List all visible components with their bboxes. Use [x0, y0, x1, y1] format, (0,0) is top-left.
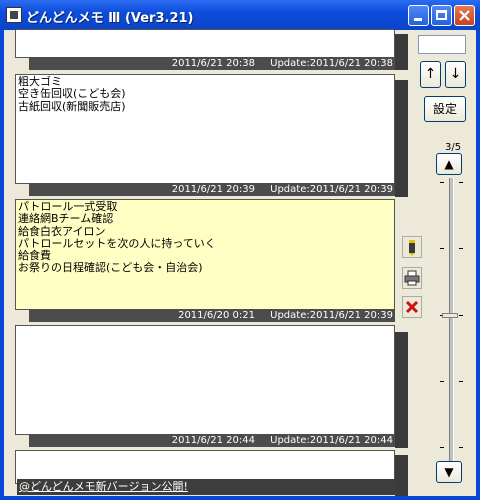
slider-tick [459, 248, 463, 249]
scroll-down-button[interactable]: ▼ [436, 461, 462, 483]
page-indicator: 3/5 [445, 142, 462, 153]
memo-footer: 2011/6/20 0:21 Update:2011/6/21 20:39 [29, 309, 395, 322]
print-memo-button[interactable] [402, 267, 422, 289]
delete-memo-button[interactable] [402, 296, 422, 318]
memo-text[interactable]: パトロール一式受取 連絡網Bチーム確認 給食白衣アイロン パトロールセットを次の… [18, 200, 216, 275]
edit-memo-button[interactable] [402, 236, 422, 258]
pen-icon [409, 240, 415, 256]
memo-footer: 2011/6/21 20:39 Update:2011/6/21 20:39 [29, 183, 395, 196]
app-window: どんどんメモ Ⅲ (Ver3.21) 2011/6/21 20:38 Updat… [0, 0, 480, 500]
move-down-button[interactable]: ↓ [445, 61, 466, 88]
slider-tick [440, 381, 444, 382]
minimize-button[interactable] [408, 5, 429, 26]
slider-tick [459, 447, 463, 448]
maximize-button[interactable] [431, 5, 452, 26]
slider-thumb[interactable] [442, 313, 458, 318]
down-arrow-icon: ↓ [449, 66, 462, 82]
slider-track[interactable] [449, 178, 454, 478]
memo-created-date: 2011/6/21 20:39 [171, 184, 255, 195]
memo-updated-date: Update:2011/6/21 20:39 [270, 310, 393, 321]
search-input[interactable] [418, 35, 466, 54]
scroll-up-icon: ▲ [444, 157, 454, 171]
memo-shadow [395, 332, 408, 448]
slider-tick [459, 381, 463, 382]
move-up-button[interactable]: ↑ [420, 61, 441, 88]
memo-updated-date: Update:2011/6/21 20:44 [270, 435, 393, 446]
memo-text[interactable]: 粗大ゴミ 空き缶回収(こども会) 古紙回収(新聞販売店) [18, 75, 126, 113]
memo-card[interactable] [15, 325, 395, 435]
status-link[interactable]: @どんどんメモ新バージョン公開! [17, 479, 397, 495]
memo-card[interactable]: 粗大ゴミ 空き缶回収(こども会) 古紙回収(新聞販売店) [15, 74, 395, 184]
scroll-up-button[interactable]: ▲ [436, 153, 462, 175]
memo-card-selected[interactable]: パトロール一式受取 連絡網Bチーム確認 給食白衣アイロン パトロールセットを次の… [15, 199, 395, 310]
slider-tick [440, 182, 444, 183]
memo-footer: 2011/6/21 20:44 Update:2011/6/21 20:44 [29, 434, 395, 447]
delete-x-icon [405, 300, 419, 314]
slider-tick [440, 447, 444, 448]
memo-updated-date: Update:2011/6/21 20:39 [270, 184, 393, 195]
memo-created-date: 2011/6/21 20:44 [171, 435, 255, 446]
close-icon [459, 10, 470, 21]
memo-shadow [395, 80, 408, 197]
memo-created-date: 2011/6/20 0:21 [178, 310, 255, 321]
memo-shadow [395, 34, 408, 70]
slider-tick [440, 248, 444, 249]
window-title: どんどんメモ Ⅲ (Ver3.21) [26, 11, 194, 26]
scroll-down-icon: ▼ [444, 465, 454, 479]
title-bar[interactable]: どんどんメモ Ⅲ (Ver3.21) [0, 0, 480, 30]
memo-created-date: 2011/6/21 20:38 [171, 58, 255, 69]
slider-tick [459, 315, 463, 316]
memo-footer: 2011/6/21 20:38 Update:2011/6/21 20:38 [29, 57, 395, 70]
printer-icon [404, 270, 420, 286]
client-area: 2011/6/21 20:38 Update:2011/6/21 20:38 粗… [4, 29, 476, 496]
up-arrow-icon: ↑ [424, 66, 437, 82]
memo-updated-date: Update:2011/6/21 20:38 [270, 58, 393, 69]
settings-button[interactable]: 設定 [424, 96, 466, 122]
close-button[interactable] [454, 5, 475, 26]
app-icon[interactable] [6, 7, 22, 23]
slider-tick [459, 182, 463, 183]
memo-card[interactable] [15, 29, 395, 58]
